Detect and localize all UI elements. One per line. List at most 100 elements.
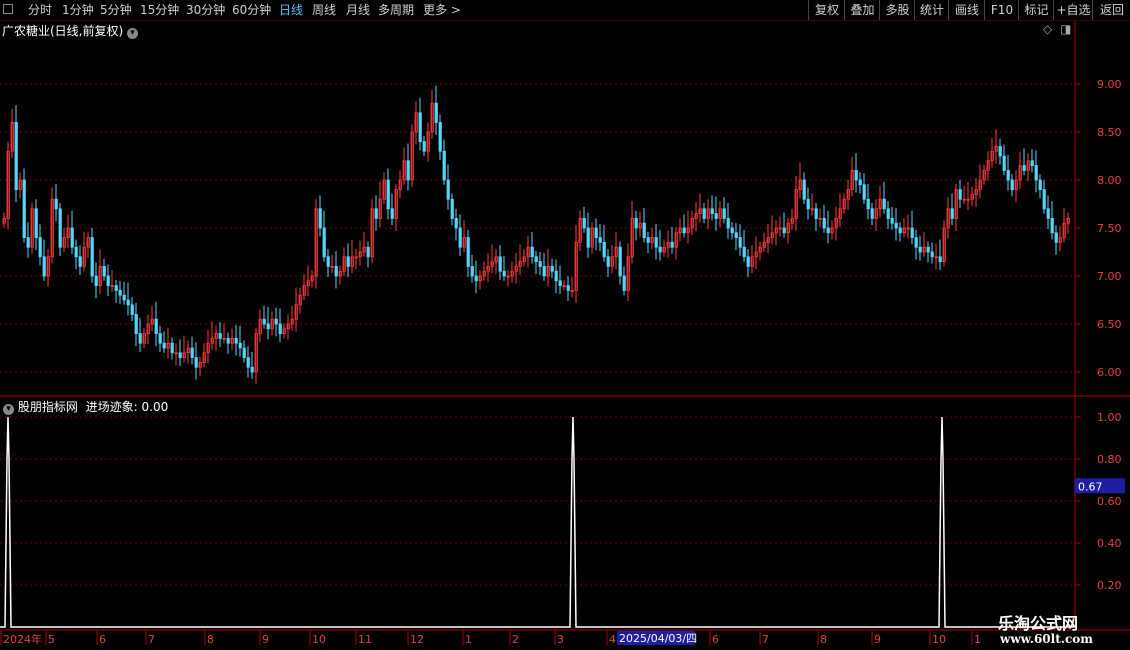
candle-body — [26, 237, 30, 248]
candle-body — [910, 227, 914, 238]
candle-body — [858, 179, 862, 186]
time-label: 2 — [512, 633, 519, 646]
candle-body — [1046, 208, 1050, 219]
candle-body — [274, 318, 278, 325]
time-label: 9 — [874, 633, 881, 646]
candle-body — [118, 289, 122, 296]
candle-body — [1022, 165, 1026, 171]
chevron-down-icon[interactable]: ▾ — [3, 404, 14, 415]
candle-body — [74, 246, 78, 258]
candle-body — [278, 323, 282, 335]
signal-line — [0, 416, 1075, 628]
indicator-tick-label: 0.80 — [1097, 453, 1122, 466]
candle-body — [710, 208, 714, 215]
candle-body — [1010, 179, 1014, 190]
candle-body — [154, 318, 158, 335]
candle-body — [446, 179, 450, 200]
candle-body — [130, 304, 134, 315]
candle-body — [42, 256, 46, 277]
chevron-down-icon[interactable]: ▾ — [127, 28, 139, 39]
diamond-icon[interactable]: ◇ — [1043, 22, 1052, 36]
candle-body — [234, 337, 238, 344]
candle-body — [346, 256, 350, 267]
candle-body — [226, 337, 230, 344]
price-tick-label: 7.50 — [1097, 222, 1122, 235]
candle-body — [458, 227, 462, 248]
candle-body — [246, 357, 250, 368]
candle-body — [442, 150, 446, 181]
candle-body — [538, 261, 542, 267]
candle-body — [938, 256, 942, 262]
candle-body — [102, 265, 106, 277]
indicator-tick-label: 1.00 — [1097, 411, 1122, 424]
price-tick-label: 8.00 — [1097, 174, 1122, 187]
time-label: 1 — [974, 633, 981, 646]
candle-body — [734, 232, 738, 239]
candle-body — [870, 208, 874, 219]
time-label: 8 — [820, 633, 827, 646]
indicator-value-label: 进场迹象: 0.00 — [85, 400, 169, 414]
candle-body — [726, 217, 730, 229]
time-label: 12 — [410, 633, 424, 646]
candle-body — [886, 208, 890, 219]
candle-body — [238, 342, 242, 349]
candle-body — [634, 217, 638, 229]
candle-body — [386, 179, 390, 210]
candle-body — [14, 122, 18, 190]
candle-body — [470, 265, 474, 277]
time-label: 6 — [712, 633, 719, 646]
candle-body — [250, 366, 254, 373]
candle-body — [178, 352, 182, 358]
toggle-panel-icon[interactable]: ◨ — [1060, 22, 1071, 36]
candle-body — [854, 169, 858, 181]
price-tick-label: 6.50 — [1097, 318, 1122, 331]
candle-body — [566, 285, 570, 291]
candle-body — [374, 208, 378, 219]
candle-body — [914, 237, 918, 248]
time-label: 1 — [465, 633, 472, 646]
candle-body — [1034, 165, 1038, 181]
time-label: 3 — [557, 633, 564, 646]
candle-body — [894, 222, 898, 229]
candle-body — [38, 237, 42, 258]
candle-body — [714, 213, 718, 219]
time-label: 8 — [207, 633, 214, 646]
candle-body — [334, 265, 338, 277]
indicator-tick-label: 0.20 — [1097, 579, 1122, 592]
candle-body — [498, 256, 502, 272]
candle-body — [642, 222, 646, 238]
time-label: 2024年 — [3, 632, 42, 646]
candle-body — [618, 246, 622, 277]
candle-body — [658, 246, 662, 253]
candle-body — [782, 227, 786, 234]
candle-body — [930, 251, 934, 258]
candle-body — [1038, 179, 1042, 190]
indicator-tick-label: 0.60 — [1097, 495, 1122, 508]
candle-body — [862, 184, 866, 200]
candle-body — [70, 227, 74, 248]
candle-body — [134, 313, 138, 334]
candle-body — [138, 333, 142, 344]
candle-body — [158, 333, 162, 344]
candle-body — [1042, 189, 1046, 210]
candle-body — [806, 198, 810, 210]
candle-body — [318, 208, 322, 229]
candle-body — [94, 275, 98, 287]
candle-body — [582, 217, 586, 229]
candle-body — [1050, 217, 1054, 234]
time-label: 7 — [148, 633, 155, 646]
candle-body — [598, 237, 602, 243]
kline-chart[interactable]: 9.00 8.50 8.00 7.50 7.00 6.50 6.00 1.00 0.80 0.60… — [0, 0, 1130, 650]
time-label: 10 — [932, 633, 946, 646]
candle-body — [366, 246, 370, 258]
candle-body — [682, 227, 686, 234]
candle-body — [746, 256, 750, 267]
price-tick-label: 7.00 — [1097, 270, 1122, 283]
candle-body — [326, 256, 330, 267]
time-label: 10 — [312, 633, 326, 646]
candle-body — [738, 237, 742, 248]
candle-body — [550, 265, 554, 272]
candle-body — [646, 237, 650, 243]
candle-body — [534, 256, 538, 262]
candle-body — [114, 285, 118, 291]
